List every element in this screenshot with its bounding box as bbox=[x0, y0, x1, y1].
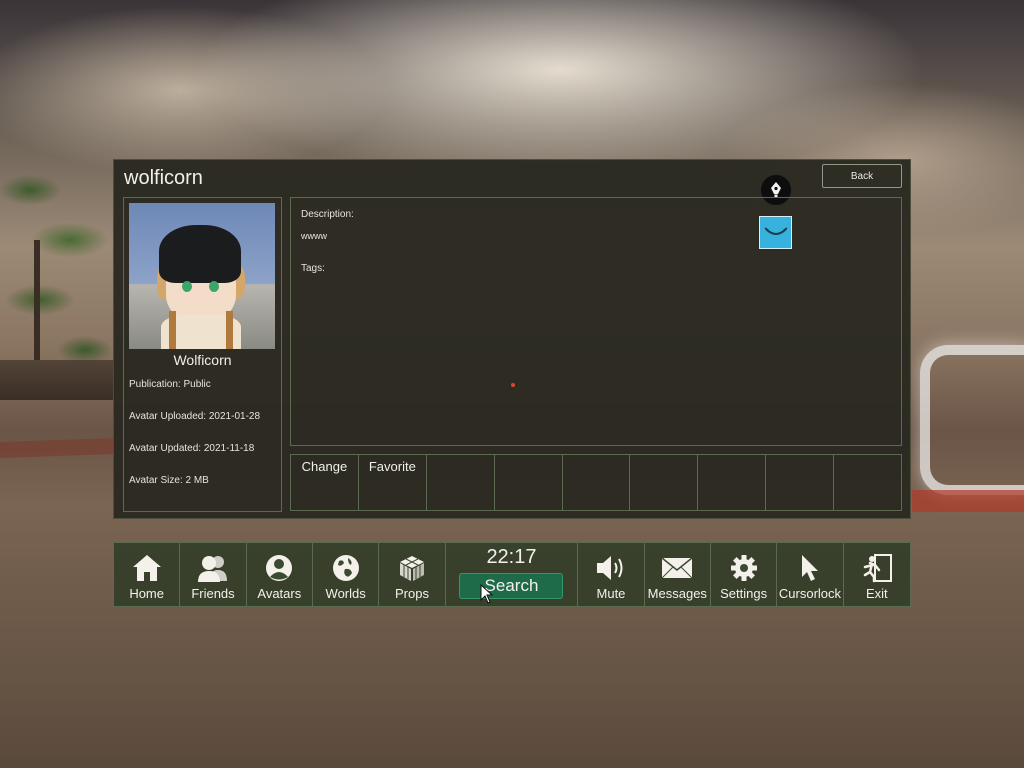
tags-label: Tags: bbox=[301, 263, 325, 274]
cursorlock-button[interactable]: Cursorlock bbox=[777, 543, 844, 606]
action-slot[interactable] bbox=[427, 455, 495, 510]
friends-label: Friends bbox=[191, 586, 235, 601]
cursorlock-label: Cursorlock bbox=[778, 586, 842, 601]
home-icon bbox=[130, 551, 164, 585]
friends-button[interactable]: Friends bbox=[180, 543, 247, 606]
avatars-button[interactable]: Avatars bbox=[247, 543, 313, 606]
clock-display: 22:17 bbox=[486, 546, 537, 568]
exit-label: Exit bbox=[865, 586, 888, 601]
background-sign-letter bbox=[920, 345, 1024, 495]
background-fence bbox=[0, 360, 115, 400]
mute-button[interactable]: Mute bbox=[578, 543, 645, 606]
avatar-icon bbox=[262, 551, 296, 585]
worlds-button[interactable]: Worlds bbox=[313, 543, 380, 606]
worlds-label: Worlds bbox=[325, 586, 366, 601]
window-title: wolficorn bbox=[124, 167, 203, 189]
description-label: Description: bbox=[301, 209, 354, 220]
avatar-details-window: wolficorn Back Wolficorn Publication: Pu… bbox=[113, 159, 911, 519]
background-tree-trunk bbox=[34, 240, 40, 360]
globe-icon bbox=[329, 551, 363, 585]
reticle-dot bbox=[511, 383, 515, 387]
friends-icon bbox=[196, 551, 230, 585]
cube-icon bbox=[395, 551, 429, 585]
home-button[interactable]: Home bbox=[114, 543, 181, 606]
exit-button[interactable]: Exit bbox=[844, 543, 910, 606]
speaker-icon bbox=[594, 551, 628, 585]
background-tree bbox=[0, 150, 115, 380]
mute-label: Mute bbox=[596, 586, 626, 601]
exit-icon bbox=[860, 551, 894, 585]
action-slot[interactable] bbox=[766, 455, 835, 510]
settings-button[interactable]: Settings bbox=[711, 543, 778, 606]
home-label: Home bbox=[129, 586, 164, 601]
change-button[interactable]: Change bbox=[291, 455, 359, 510]
description-text: wwww bbox=[301, 231, 327, 241]
quick-menu-dock: Home Friends Avatars Worlds Props 22:17 … bbox=[113, 542, 911, 607]
messages-label: Messages bbox=[647, 586, 707, 601]
background-floor-marking bbox=[0, 437, 115, 459]
search-button[interactable]: Search bbox=[459, 573, 564, 599]
props-label: Props bbox=[394, 586, 429, 601]
clock-search-cell: 22:17 Search bbox=[446, 543, 579, 606]
props-button[interactable]: Props bbox=[379, 543, 446, 606]
cursor-icon bbox=[793, 551, 827, 585]
description-panel: Description: wwww Tags: bbox=[290, 197, 902, 446]
background-floor-marking-right bbox=[912, 490, 1024, 512]
action-slot[interactable] bbox=[834, 455, 901, 510]
messages-button[interactable]: Messages bbox=[645, 543, 711, 606]
action-slot[interactable] bbox=[563, 455, 631, 510]
avatar-size: Avatar Size: 2 MB bbox=[129, 475, 209, 486]
action-slot[interactable] bbox=[630, 455, 699, 510]
avatar-thumbnail bbox=[129, 203, 275, 349]
avatar-name: Wolficorn bbox=[173, 352, 232, 368]
avatar-info-panel: Wolficorn Publication: Public Avatar Upl… bbox=[123, 197, 282, 512]
mouse-pointer-icon bbox=[480, 583, 494, 609]
upload-date: Avatar Uploaded: 2021-01-28 bbox=[129, 411, 261, 422]
action-slot[interactable] bbox=[495, 455, 563, 510]
update-date: Avatar Updated: 2021-11-18 bbox=[129, 443, 255, 454]
publication-status: Publication: Public bbox=[129, 379, 211, 390]
favorite-button[interactable]: Favorite bbox=[359, 455, 427, 510]
back-button[interactable]: Back bbox=[822, 164, 902, 188]
avatars-label: Avatars bbox=[257, 586, 302, 601]
envelope-icon bbox=[660, 551, 694, 585]
action-button-row: Change Favorite bbox=[290, 454, 902, 511]
settings-label: Settings bbox=[720, 586, 768, 601]
action-slot[interactable] bbox=[698, 455, 767, 510]
gear-icon bbox=[727, 551, 761, 585]
